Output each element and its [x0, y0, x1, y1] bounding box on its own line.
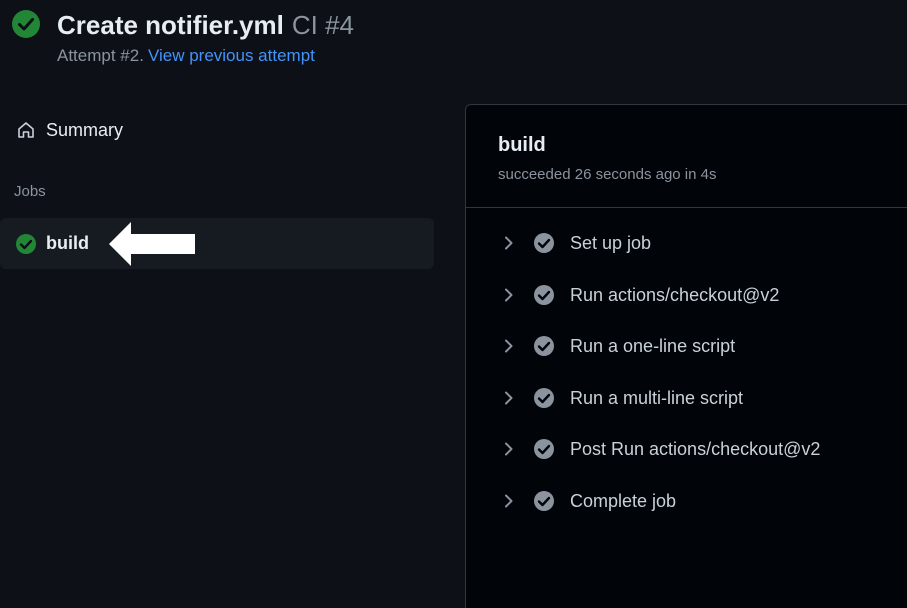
attempt-text: Attempt #2.	[57, 46, 144, 65]
step-complete-job[interactable]: Complete job	[466, 481, 907, 521]
job-meta: succeeded 26 seconds ago in 4s	[498, 166, 717, 183]
step-label: Complete job	[570, 490, 677, 511]
check-circle-fill-icon	[12, 10, 40, 38]
step-post-run-actions-checkout[interactable]: Post Run actions/checkout@v2	[466, 429, 907, 469]
check-circle-fill-icon	[534, 491, 554, 511]
job-header: build succeeded 26 seconds ago in 4s	[466, 105, 907, 208]
sidebar-item-label: Summary	[46, 119, 124, 140]
home-icon	[18, 122, 34, 138]
step-label: Run actions/checkout@v2	[570, 284, 780, 305]
job-panel: build succeeded 26 seconds ago in 4s Set…	[465, 104, 907, 608]
check-circle-fill-icon	[534, 285, 554, 305]
chevron-right-icon	[505, 339, 513, 353]
step-label: Run a one-line script	[570, 335, 736, 356]
attempt-info: Attempt #2. View previous attempt	[57, 45, 315, 67]
chevron-right-icon	[505, 442, 513, 456]
check-circle-fill-icon	[534, 336, 554, 356]
check-circle-fill-icon	[16, 233, 36, 254]
check-circle-fill-icon	[534, 439, 554, 459]
view-previous-attempt-link[interactable]: View previous attempt	[148, 46, 315, 65]
run-sidebar: Summary Jobs build	[0, 104, 440, 608]
step-label: Post Run actions/checkout@v2	[570, 438, 821, 459]
run-title: Create notifier.yml CI #4	[57, 8, 354, 42]
workflow-run-page: Create notifier.yml CI #4 Attempt #2. View…	[0, 0, 907, 608]
run-name: Create notifier.yml	[57, 10, 284, 40]
step-label: Set up job	[570, 232, 652, 253]
step-label: Run a multi-line script	[570, 387, 744, 408]
job-title: build	[498, 134, 546, 156]
workflow-run-number: CI #4	[291, 10, 355, 40]
sidebar-item-build[interactable]: build	[0, 218, 434, 269]
sidebar-item-summary[interactable]: Summary	[0, 112, 434, 148]
arrow-left-icon	[109, 222, 195, 266]
chevron-right-icon	[505, 236, 513, 250]
step-run-actions-checkout[interactable]: Run actions/checkout@v2	[466, 275, 907, 315]
check-circle-fill-icon	[534, 233, 554, 253]
step-set-up-job[interactable]: Set up job	[466, 223, 907, 263]
step-run-multi-line-script[interactable]: Run a multi-line script	[466, 378, 907, 418]
chevron-right-icon	[505, 391, 513, 405]
step-run-one-line-script[interactable]: Run a one-line script	[466, 326, 907, 366]
chevron-right-icon	[505, 288, 513, 302]
chevron-right-icon	[505, 494, 513, 508]
jobs-heading: Jobs	[14, 183, 46, 200]
run-header: Create notifier.yml CI #4 Attempt #2. View…	[12, 6, 907, 76]
check-circle-fill-icon	[534, 388, 554, 408]
sidebar-item-label: build	[46, 233, 89, 253]
